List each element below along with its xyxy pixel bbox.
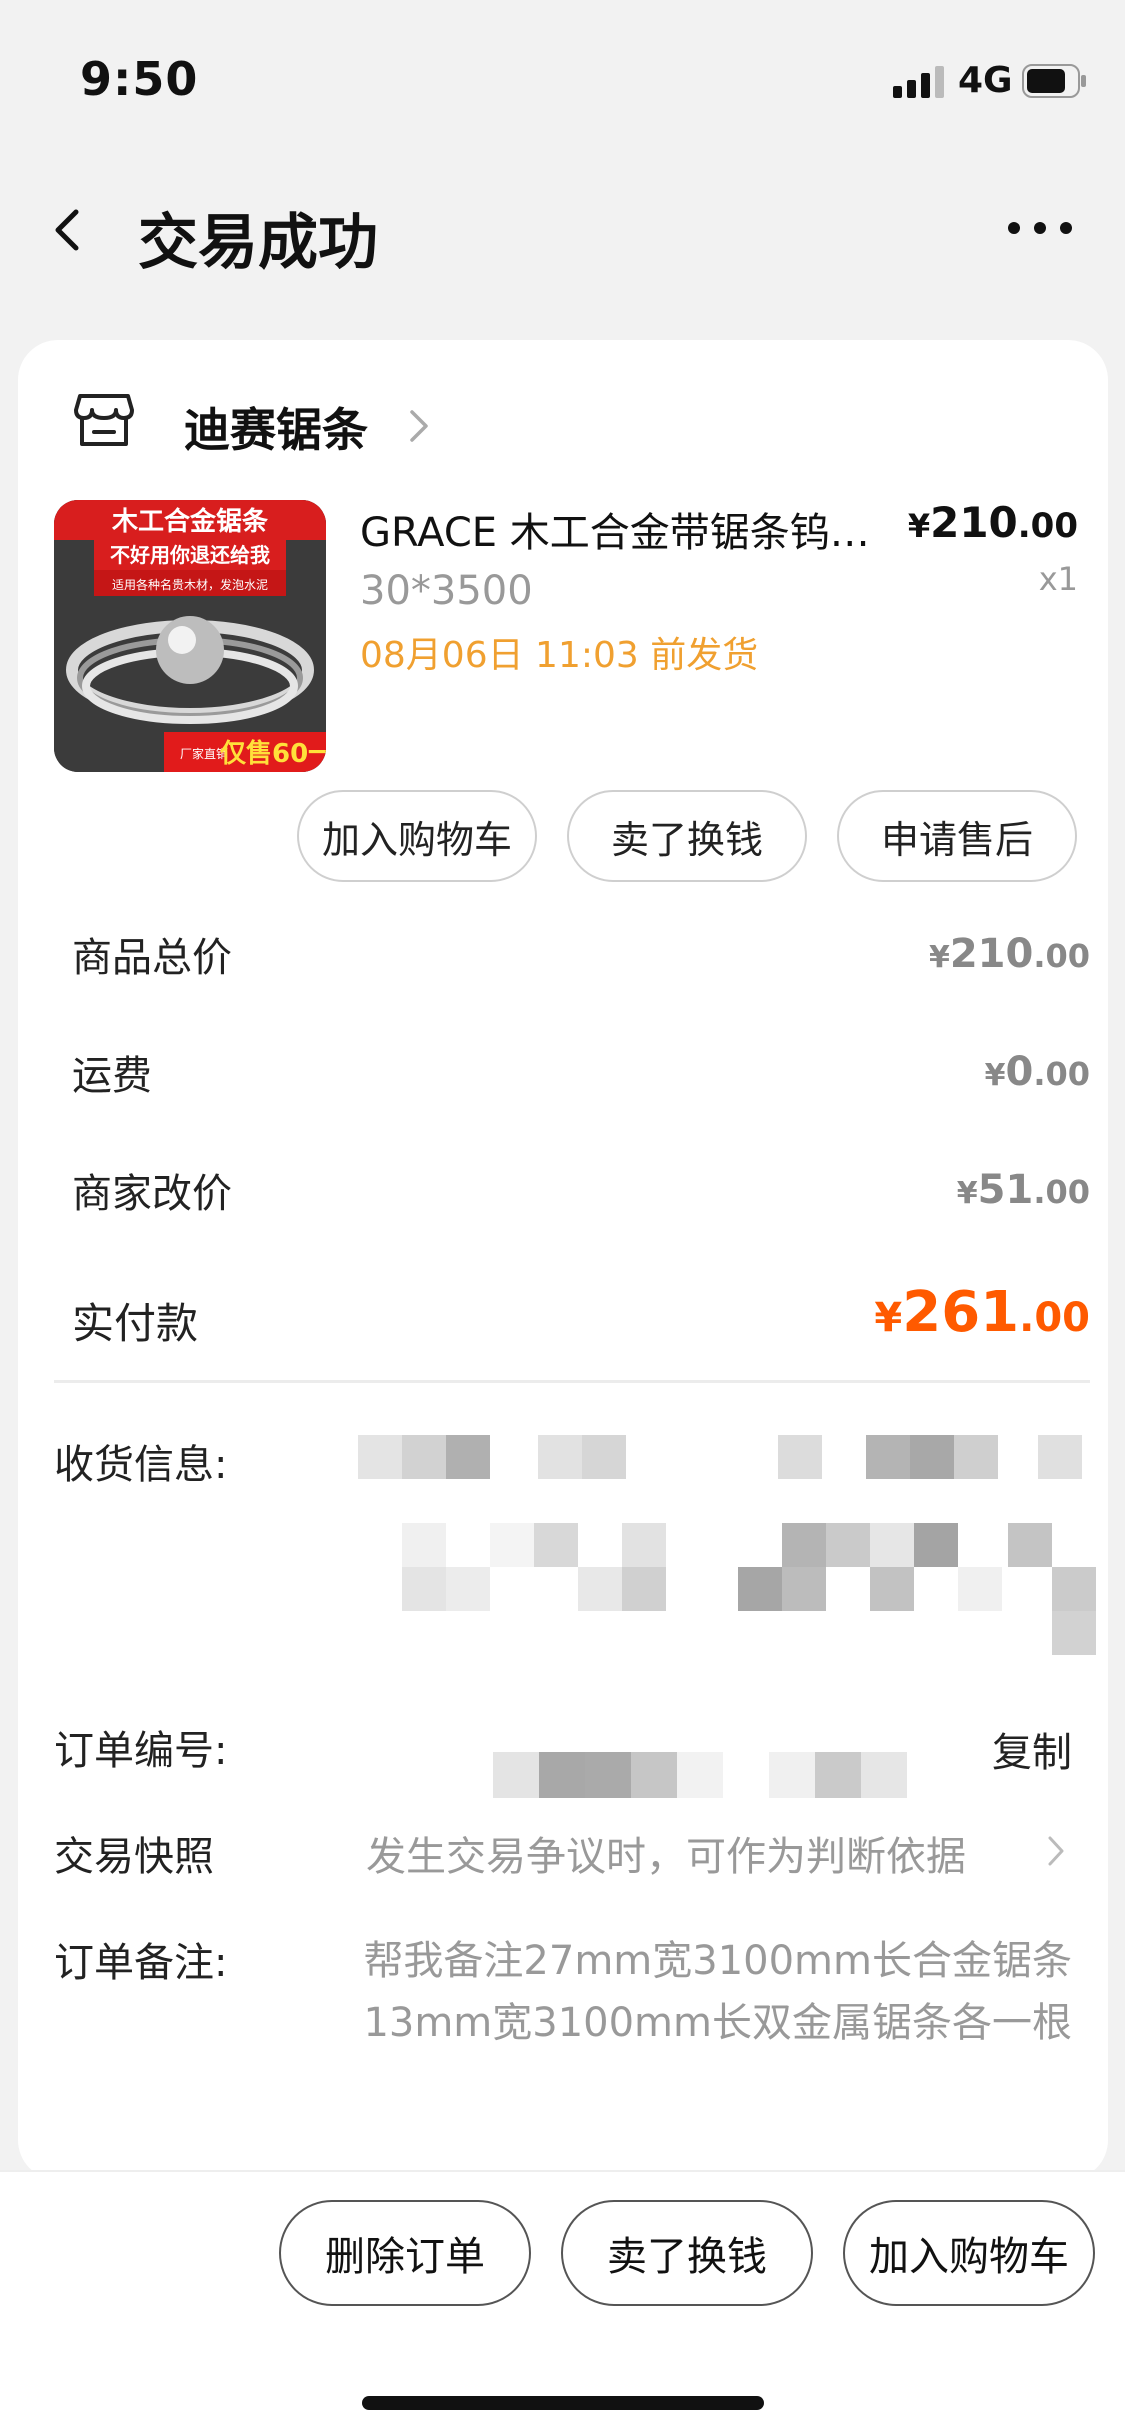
nav-bar: 交易成功 (0, 170, 1125, 290)
add-to-cart-button[interactable]: 加入购物车 (843, 2200, 1095, 2306)
fee-currency: ¥ (928, 940, 950, 975)
fee-decimal: .00 (1033, 1055, 1090, 1093)
fee-decimal: .00 (1033, 1173, 1090, 1211)
shop-name: 迪赛锯条 (184, 403, 368, 457)
copy-button[interactable]: 复制 (992, 1720, 1072, 1778)
fee-label: 商品总价 (72, 935, 232, 981)
image-headline: 木工合金锯条 (111, 506, 269, 537)
page-title: 交易成功 (138, 208, 378, 278)
delete-order-button[interactable]: 删除订单 (279, 2200, 531, 2306)
price-decimal: .00 (1017, 506, 1078, 546)
fee-currency: ¥ (984, 1058, 1006, 1093)
snapshot-link[interactable]: 发生交易争议时，可作为判断依据 (366, 1824, 966, 1882)
snapshot-label: 交易快照 (54, 1834, 214, 1880)
fee-row-adjustment: 商家改价 ¥51.00 (54, 1161, 1090, 1231)
fee-currency: ¥ (956, 1176, 978, 1211)
paid-label: 实付款 (72, 1299, 199, 1348)
signal-icon (893, 66, 944, 98)
sell-for-cash-button[interactable]: 卖了换钱 (561, 2200, 813, 2306)
remark-text: 帮我备注27mm宽3100mm长合金锯条13mm宽3100mm长双金属锯条各一根 (363, 1938, 1072, 2046)
fee-value: ¥0.00 (985, 1049, 1090, 1095)
image-subline: 适用各种名贵木材，发泡水泥 (112, 577, 268, 592)
product-image-graphic: 木工合金锯条 不好用你退还给我 适用各种名贵木材，发泡水泥 厂家直销 仅售60一… (54, 500, 326, 772)
shop-row[interactable]: 迪赛锯条 (54, 384, 654, 464)
image-tagline: 不好用你退还给我 (110, 543, 270, 567)
back-icon[interactable] (46, 202, 88, 258)
fee-row-shipping: 运费 ¥0.00 (54, 1043, 1090, 1113)
fee-label: 商家改价 (72, 1171, 232, 1217)
paid-value: ¥261.00 (874, 1280, 1090, 1345)
order-card: 迪赛锯条 木工合金锯条 不好用你退还给我 适用各种名贵木材，发泡水泥 厂家直销 … (18, 340, 1108, 2180)
chevron-right-icon (1048, 1836, 1064, 1866)
shipping-info-label: 收货信息: (54, 1442, 228, 1488)
fee-row-total: 商品总价 ¥210.00 (54, 925, 1090, 995)
more-icon[interactable] (1004, 216, 1076, 240)
ship-info: 08月06日 11:03 前发货 (360, 635, 759, 676)
add-to-cart-button[interactable]: 加入购物车 (297, 790, 537, 882)
product-title[interactable]: GRACE 木工合金带锯条钨… (360, 500, 920, 558)
battery-icon (1022, 64, 1086, 98)
paid-currency: ¥ (874, 1295, 903, 1341)
shop-icon (74, 394, 134, 446)
price-currency: ¥ (907, 507, 931, 545)
remark-label: 订单备注: (54, 1940, 228, 1986)
divider (54, 1380, 1090, 1383)
fee-value: ¥210.00 (929, 931, 1090, 977)
fee-integer: 0 (1005, 1049, 1034, 1095)
fee-value: ¥51.00 (957, 1167, 1090, 1213)
product-price: ¥210.00 (908, 498, 1078, 547)
status-bar: 9:50 4G (0, 0, 1125, 160)
chevron-right-icon (410, 410, 428, 442)
sell-for-cash-button[interactable]: 卖了换钱 (567, 790, 807, 882)
paid-integer: 261 (902, 1280, 1020, 1345)
paid-decimal: .00 (1019, 1295, 1090, 1341)
order-number-redacted (493, 1752, 913, 1798)
fee-integer: 51 (977, 1167, 1034, 1213)
after-sales-button[interactable]: 申请售后 (837, 790, 1077, 882)
network-label: 4G (958, 60, 1013, 101)
product-image[interactable]: 木工合金锯条 不好用你退还给我 适用各种名贵木材，发泡水泥 厂家直销 仅售60一… (54, 500, 326, 772)
product-spec: 30*3500 (360, 568, 533, 614)
home-indicator (362, 2396, 764, 2410)
product-quantity: x1 (1038, 560, 1078, 598)
image-promo: 仅售60一米 (220, 738, 326, 769)
bottom-action-bar: 删除订单 卖了换钱 加入购物车 (0, 2170, 1125, 2436)
status-time: 9:50 (80, 52, 199, 106)
fee-integer: 210 (949, 931, 1034, 977)
order-number-label: 订单编号: (54, 1728, 228, 1774)
paid-row: 实付款 ¥261.00 (54, 1280, 1090, 1360)
price-integer: 210 (930, 498, 1018, 547)
fee-label: 运费 (72, 1053, 152, 1099)
fee-decimal: .00 (1033, 937, 1090, 975)
shipping-info-redacted (358, 1435, 1108, 1685)
